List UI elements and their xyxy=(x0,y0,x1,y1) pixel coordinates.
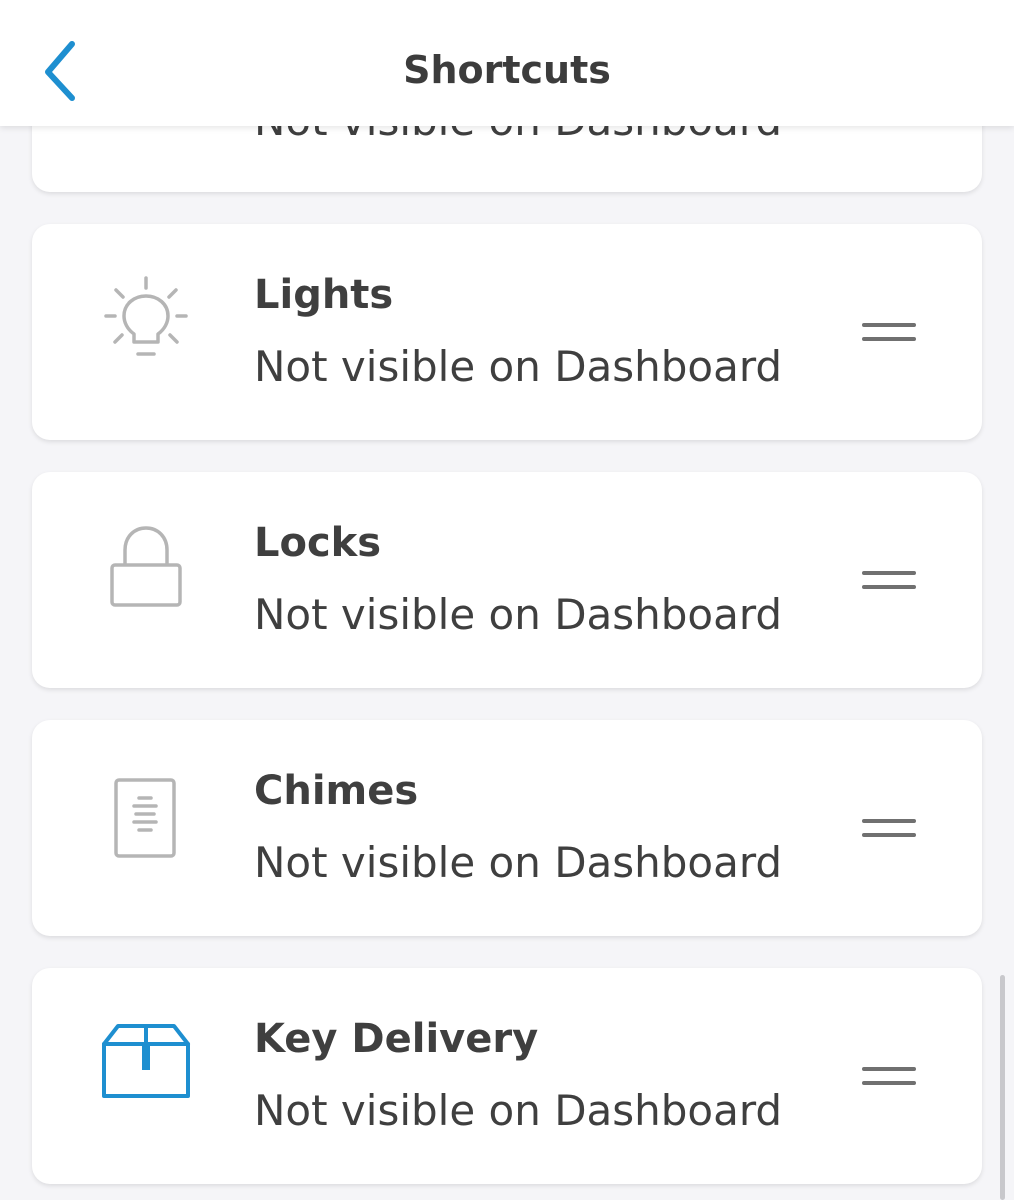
shortcut-item-lights[interactable]: Lights Not visible on Dashboard xyxy=(32,224,982,440)
shortcuts-list: Not visible on Dashboard Lights Not visi… xyxy=(0,0,1014,1200)
shortcut-status: Not visible on Dashboard xyxy=(254,1086,783,1135)
lock-icon xyxy=(98,522,194,618)
drag-handle-icon[interactable] xyxy=(854,312,924,352)
scrollbar[interactable] xyxy=(1000,975,1005,1200)
drag-handle-icon[interactable] xyxy=(854,808,924,848)
drag-handle-icon[interactable] xyxy=(854,560,924,600)
package-icon xyxy=(98,1018,194,1114)
shortcut-status: Not visible on Dashboard xyxy=(254,342,783,391)
shortcut-item-chimes[interactable]: Chimes Not visible on Dashboard xyxy=(32,720,982,936)
shortcut-title: Locks xyxy=(254,520,382,566)
lightbulb-icon xyxy=(98,274,194,370)
chime-icon xyxy=(98,770,194,866)
shortcut-item-locks[interactable]: Locks Not visible on Dashboard xyxy=(32,472,982,688)
shortcut-title: Key Delivery xyxy=(254,1016,539,1062)
nav-header: Shortcuts xyxy=(0,0,1014,126)
shortcut-title: Lights xyxy=(254,272,394,318)
shortcut-title: Chimes xyxy=(254,768,419,814)
page-title: Shortcuts xyxy=(403,48,611,92)
shortcut-status: Not visible on Dashboard xyxy=(254,838,783,887)
shortcut-status: Not visible on Dashboard xyxy=(254,590,783,639)
drag-handle-icon[interactable] xyxy=(854,1056,924,1096)
shortcuts-screen: Not visible on Dashboard Lights Not visi… xyxy=(0,0,1014,1200)
shortcut-item-key-delivery[interactable]: Key Delivery Not visible on Dashboard xyxy=(32,968,982,1184)
